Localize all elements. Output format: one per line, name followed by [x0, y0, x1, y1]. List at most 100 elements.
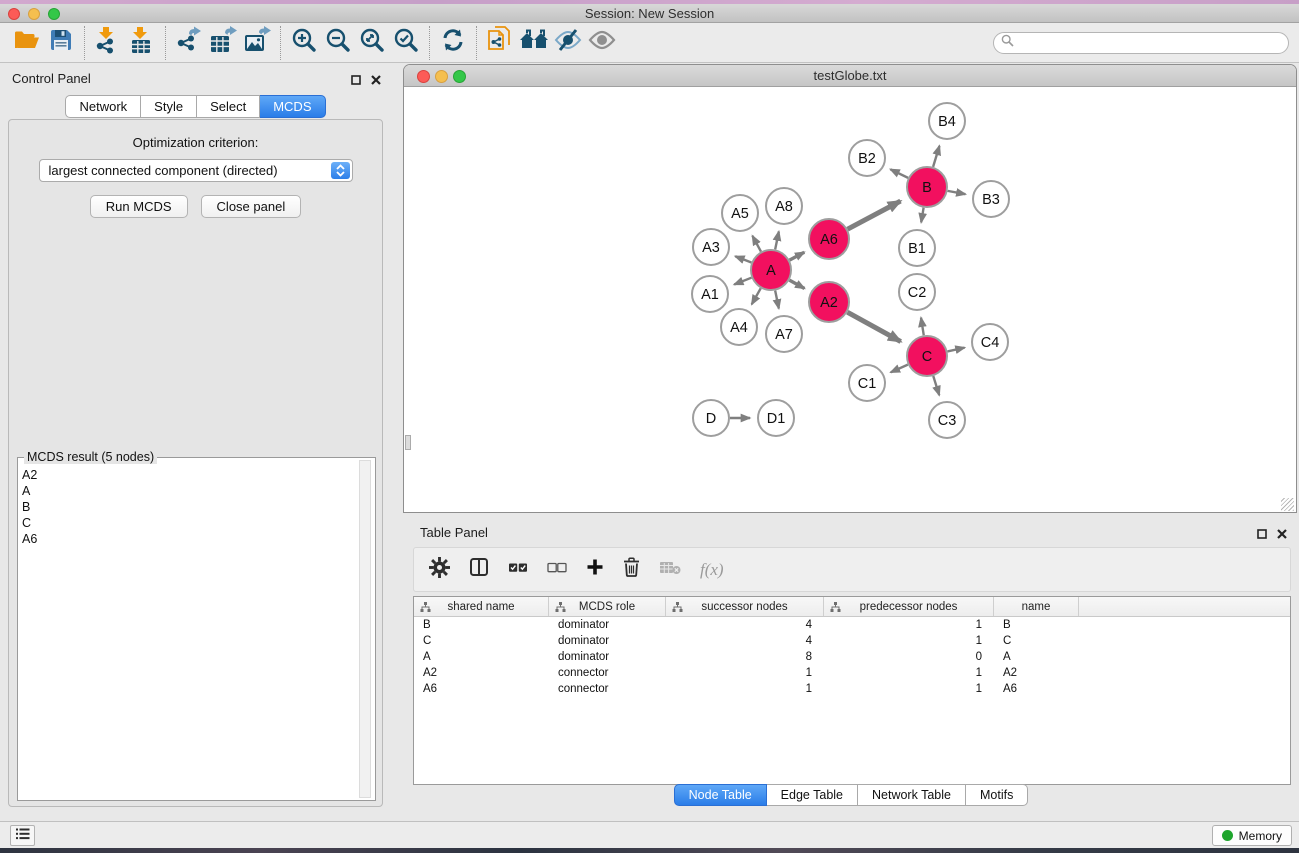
minimize-window-button[interactable] — [28, 8, 40, 20]
search-input[interactable] — [1019, 36, 1288, 50]
criterion-dropdown[interactable]: largest connected component (directed) — [39, 159, 353, 182]
zoom-selected-button[interactable] — [389, 27, 423, 59]
graph-edge[interactable] — [890, 169, 908, 178]
import-table-button[interactable] — [125, 27, 159, 59]
graph-node-label: A2 — [820, 295, 838, 311]
column-type-icon — [830, 602, 841, 616]
table-row[interactable]: A6connector11A6 — [414, 681, 1290, 697]
graph-edge[interactable] — [848, 201, 901, 229]
mcds-result-scrollbar[interactable] — [359, 460, 371, 798]
graph-edge[interactable] — [933, 146, 939, 167]
close-panel-button[interactable]: Close panel — [201, 195, 302, 218]
close-window-button[interactable] — [8, 8, 20, 20]
graph-edge[interactable] — [921, 318, 924, 336]
graph-edge[interactable] — [735, 256, 751, 262]
home-button[interactable] — [517, 27, 551, 59]
mcds-result-item[interactable]: A2 — [20, 467, 357, 483]
graph-edge[interactable] — [734, 278, 751, 285]
mcds-result-item[interactable]: B — [20, 499, 357, 515]
column-header-mcds-role[interactable]: MCDS role — [549, 597, 666, 616]
graph-node-label: C4 — [981, 335, 1000, 351]
tab-mcds[interactable]: MCDS — [260, 95, 325, 118]
export-network-button[interactable] — [172, 27, 206, 59]
table-options-button[interactable] — [429, 557, 450, 583]
column-header-successor-nodes[interactable]: successor nodes — [666, 597, 824, 616]
graph-edge[interactable] — [775, 291, 779, 309]
run-mcds-button[interactable]: Run MCDS — [90, 195, 188, 218]
tab-select[interactable]: Select — [197, 95, 260, 118]
zoom-in-button[interactable] — [287, 27, 321, 59]
window-resize-grip[interactable] — [1281, 498, 1294, 511]
table-row[interactable]: Bdominator41B — [414, 617, 1290, 633]
mcds-result-item[interactable]: C — [20, 515, 357, 531]
mcds-result-item[interactable]: A6 — [20, 531, 357, 547]
import-network-button[interactable] — [91, 27, 125, 59]
network-minimize-button[interactable] — [435, 70, 448, 83]
float-panel-icon[interactable] — [1257, 526, 1267, 544]
table-panel-title: Table Panel — [420, 525, 488, 540]
graph-edge[interactable] — [947, 348, 964, 352]
function-builder-button[interactable]: f(x) — [700, 560, 724, 580]
export-table-button[interactable] — [206, 27, 240, 59]
optimization-criterion-label: Optimization criterion: — [9, 135, 382, 150]
close-panel-icon[interactable] — [1277, 526, 1287, 544]
table-row[interactable]: Adominator80A — [414, 649, 1290, 665]
save-session-button[interactable] — [44, 27, 78, 59]
network-document-icon — [487, 25, 513, 60]
close-panel-icon[interactable] — [371, 72, 381, 90]
graph-edge[interactable] — [891, 365, 908, 373]
status-bar: Memory — [0, 821, 1299, 848]
network-zoom-button[interactable] — [453, 70, 466, 83]
graph-edge[interactable] — [775, 231, 779, 249]
graph-edge[interactable] — [847, 312, 900, 341]
mcds-result-list[interactable]: A2 A B C A6 — [20, 467, 357, 798]
graph-edge[interactable] — [790, 252, 805, 260]
table-row[interactable]: Cdominator41C — [414, 633, 1290, 649]
refresh-button[interactable] — [436, 27, 470, 59]
unselect-all-columns-button[interactable] — [547, 561, 567, 579]
dropdown-stepper-icon — [331, 162, 350, 179]
zoom-fit-button[interactable] — [355, 27, 389, 59]
open-file-button[interactable] — [10, 27, 44, 59]
tab-edge-table[interactable]: Edge Table — [767, 784, 858, 806]
tab-network-table[interactable]: Network Table — [858, 784, 966, 806]
show-graphics-details-button[interactable] — [585, 27, 619, 59]
tab-motifs[interactable]: Motifs — [966, 784, 1028, 806]
search-field[interactable] — [993, 32, 1289, 54]
graph-edge[interactable] — [752, 288, 761, 304]
graph-edge[interactable] — [789, 280, 804, 288]
show-columns-button[interactable] — [469, 557, 489, 582]
mcds-tab-content: Optimization criterion: largest connecte… — [8, 119, 383, 807]
graph-edge[interactable] — [921, 208, 923, 223]
toolbar-separator — [84, 26, 85, 60]
tab-style[interactable]: Style — [141, 95, 197, 118]
task-history-button[interactable] — [10, 825, 35, 846]
column-header-predecessor-nodes[interactable]: predecessor nodes — [824, 597, 994, 616]
tab-node-table[interactable]: Node Table — [674, 784, 767, 806]
network-canvas[interactable]: A5A8A6A3AA1A2A4A7B4B2BB3B1C2CC4C1C3DD1 — [405, 88, 1295, 512]
memory-button[interactable]: Memory — [1212, 825, 1292, 846]
tab-network[interactable]: Network — [65, 95, 141, 118]
hide-graphics-details-button[interactable] — [551, 27, 585, 59]
graph-edge[interactable] — [933, 376, 939, 395]
table-row[interactable]: A2connector11A2 — [414, 665, 1290, 681]
column-header-name[interactable]: name — [994, 597, 1079, 616]
select-all-columns-button[interactable] — [508, 561, 528, 579]
mcds-result-item[interactable]: A — [20, 483, 357, 499]
zoom-window-button[interactable] — [48, 8, 60, 20]
delete-column-button[interactable] — [623, 557, 640, 582]
network-from-selection-button[interactable] — [483, 27, 517, 59]
graph-edge[interactable] — [752, 236, 761, 252]
column-header-shared-name[interactable]: shared name — [414, 597, 549, 616]
control-panel: Control Panel Network Style Select MCDS … — [0, 63, 391, 821]
float-panel-icon[interactable] — [351, 72, 361, 90]
canvas-scroll-gripper[interactable] — [405, 435, 411, 450]
delete-table-button[interactable] — [659, 560, 681, 580]
zoom-out-button[interactable] — [321, 27, 355, 59]
export-image-button[interactable] — [240, 27, 274, 59]
network-close-button[interactable] — [417, 70, 430, 83]
graph-edge[interactable] — [948, 191, 966, 194]
add-column-button[interactable] — [586, 558, 604, 581]
network-window-titlebar[interactable]: testGlobe.txt — [404, 65, 1296, 87]
node-table[interactable]: shared name MCDS role successor nodes pr… — [413, 596, 1291, 785]
